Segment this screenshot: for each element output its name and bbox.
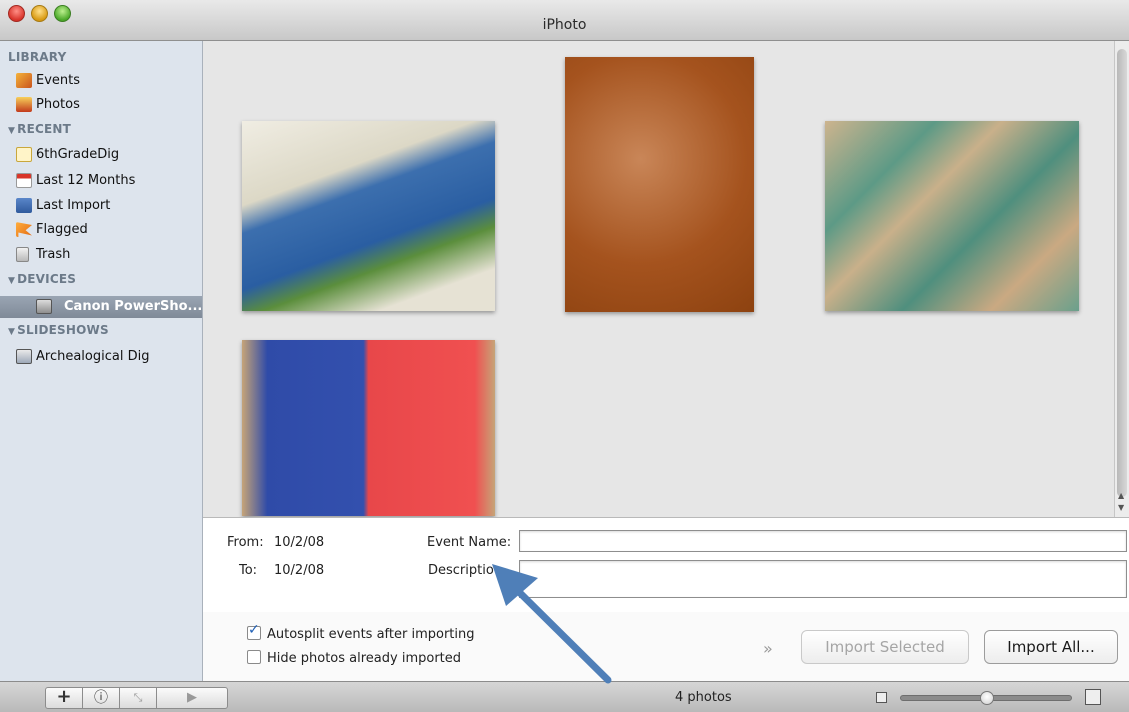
import-panel: Autosplit events after importing Hide ph… (203, 612, 1129, 681)
trash-icon (16, 247, 29, 262)
section-slideshows[interactable]: ▼ SLIDESHOWS (8, 323, 109, 337)
description-label: Descriptio (428, 563, 494, 578)
sidebar-item-label: Trash (36, 247, 71, 262)
to-label: To: (239, 563, 258, 578)
import-icon (16, 198, 32, 213)
photo-thumbnail[interactable] (825, 121, 1079, 311)
photo-thumbnail[interactable] (565, 57, 754, 312)
photos-icon (16, 97, 32, 112)
sidebar-item-canon-camera[interactable]: Canon PowerSho... (0, 296, 202, 318)
small-thumbnail-icon[interactable] (876, 692, 887, 703)
section-recent[interactable]: ▼ RECENT (8, 122, 71, 136)
sidebar-item-last-12-months[interactable]: Last 12 Months (16, 170, 136, 192)
flag-icon (16, 222, 32, 237)
autosplit-checkbox[interactable]: Autosplit events after importing (247, 622, 475, 642)
photo-thumbnail[interactable] (242, 121, 495, 311)
from-label: From: (227, 535, 264, 550)
iphoto-window: iPhoto LIBRARY Events Photos ▼ RECENT 6th… (0, 0, 1129, 712)
sidebar-item-label: Photos (36, 97, 80, 112)
checkbox-checked-icon[interactable] (247, 622, 261, 640)
sidebar-item-trash[interactable]: Trash (16, 244, 71, 266)
sidebar-item-label: Last Import (36, 198, 111, 213)
checkbox-unchecked-icon[interactable] (247, 650, 261, 664)
import-selected-button[interactable]: Import Selected (801, 630, 969, 664)
scroll-thumb[interactable] (1117, 49, 1127, 497)
scroll-down-arrow[interactable]: ▼ (1118, 503, 1124, 512)
sidebar-item-label: Events (36, 73, 81, 88)
slideshow-icon (16, 349, 32, 364)
camera-icon (36, 299, 52, 314)
double-chevron-icon: » (763, 639, 773, 658)
title-bar: iPhoto (0, 0, 1129, 41)
photo-count: 4 photos (675, 690, 732, 705)
sidebar-item-label: Last 12 Months (36, 173, 136, 188)
sidebar-item-flagged[interactable]: Flagged (16, 219, 88, 241)
zoom-slider[interactable] (900, 691, 1072, 705)
hide-imported-label: Hide photos already imported (267, 651, 462, 666)
description-field[interactable] (519, 560, 1127, 598)
autosplit-label: Autosplit events after importing (267, 627, 475, 642)
events-icon (16, 73, 32, 88)
info-icon[interactable]: ⓘ (82, 687, 120, 709)
sidebar-item-events[interactable]: Events (16, 70, 81, 92)
to-date: 10/2/08 (274, 563, 325, 578)
calendar-icon (16, 173, 32, 188)
zoom-slider-knob[interactable] (980, 691, 994, 705)
event-info-panel: From: 10/2/08 To: 10/2/08 Event Name: De… (203, 517, 1129, 613)
sidebar-item-6thgradedig[interactable]: 6thGradeDig (16, 144, 120, 166)
play-slideshow-icon[interactable]: ▶ (156, 687, 228, 709)
photo-browser: ▲ ▼ (203, 41, 1129, 517)
sidebar-item-label: 6thGradeDig (36, 147, 120, 162)
fullscreen-icon[interactable]: ⤡ (119, 687, 157, 709)
hide-imported-checkbox[interactable]: Hide photos already imported (247, 650, 461, 666)
sidebar-item-label: Flagged (36, 222, 88, 237)
photo-thumbnail[interactable] (242, 340, 495, 516)
sidebar-item-last-import[interactable]: Last Import (16, 195, 111, 217)
section-devices[interactable]: ▼ DEVICES (8, 272, 76, 286)
window-title: iPhoto (542, 17, 587, 33)
sidebar-item-archealogical-dig[interactable]: Archealogical Dig (16, 346, 150, 368)
scroll-up-arrow[interactable]: ▲ (1118, 491, 1124, 500)
import-all-button[interactable]: Import All... (984, 630, 1118, 664)
section-library: LIBRARY (8, 50, 67, 64)
from-date: 10/2/08 (274, 535, 325, 550)
large-thumbnail-icon[interactable] (1085, 689, 1101, 705)
sidebar-item-photos[interactable]: Photos (16, 94, 80, 116)
event-name-label: Event Name: (427, 535, 512, 550)
bottom-toolbar: + ⓘ ⤡ ▶ 4 photos (0, 681, 1129, 712)
sidebar-item-label: Canon PowerSho... (64, 299, 203, 314)
album-icon (16, 147, 32, 162)
add-button[interactable]: + (45, 687, 83, 709)
event-name-field[interactable] (519, 530, 1127, 552)
sidebar: LIBRARY Events Photos ▼ RECENT 6thGradeDi… (0, 41, 203, 681)
vertical-scrollbar[interactable]: ▲ ▼ (1114, 41, 1129, 517)
sidebar-item-label: Archealogical Dig (36, 349, 150, 364)
